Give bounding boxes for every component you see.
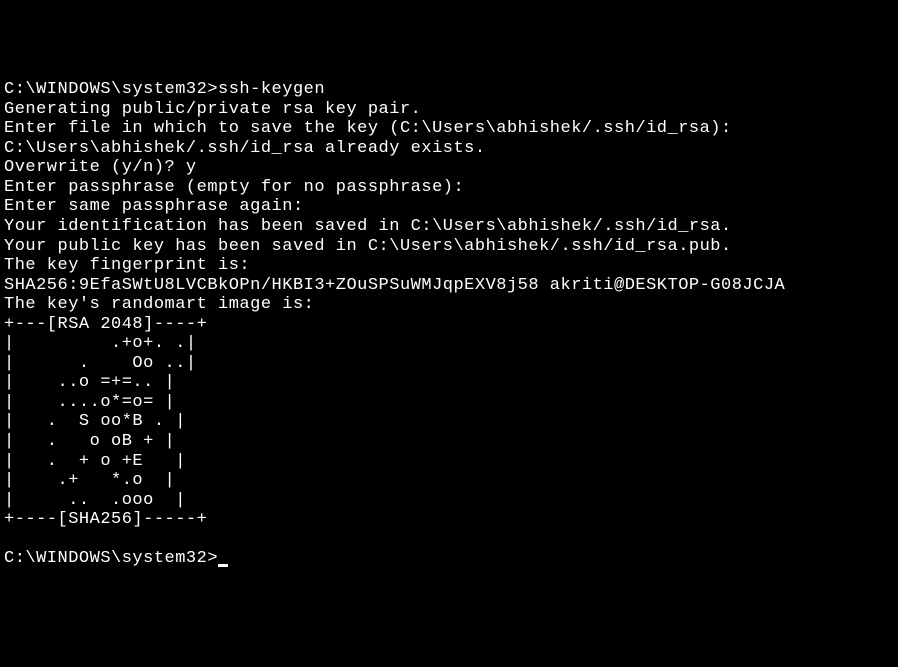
terminal-prompt: C:\WINDOWS\system32>	[4, 549, 218, 568]
terminal-line: SHA256:9EfaSWtU8LVCBkOPn/HKBI3+ZOuSPSuWM…	[4, 276, 785, 295]
terminal-line: +---[RSA 2048]----+	[4, 315, 207, 334]
terminal-line: | ..o =+=.. |	[4, 373, 175, 392]
terminal-line: Your identification has been saved in C:…	[4, 217, 732, 236]
terminal-line: | . o oB + |	[4, 432, 175, 451]
terminal-line: | .. .ooo |	[4, 491, 186, 510]
terminal-line: Enter same passphrase again:	[4, 197, 304, 216]
terminal-line: The key's randomart image is:	[4, 295, 314, 314]
terminal-line: | . + o +E |	[4, 452, 186, 471]
terminal-output[interactable]: C:\WINDOWS\system32>ssh-keygen Generatin…	[4, 80, 894, 569]
terminal-line: Your public key has been saved in C:\Use…	[4, 237, 732, 256]
terminal-line: | .+ *.o |	[4, 471, 175, 490]
terminal-line: Generating public/private rsa key pair.	[4, 100, 421, 119]
terminal-line: Overwrite (y/n)? y	[4, 158, 197, 177]
cursor	[218, 564, 228, 567]
terminal-line: Enter passphrase (empty for no passphras…	[4, 178, 464, 197]
terminal-line: | . Oo ..|	[4, 354, 197, 373]
terminal-line: Enter file in which to save the key (C:\…	[4, 119, 732, 138]
terminal-line: | . S oo*B . |	[4, 412, 186, 431]
terminal-line: C:\Users\abhishek/.ssh/id_rsa already ex…	[4, 139, 486, 158]
terminal-line: C:\WINDOWS\system32>ssh-keygen	[4, 80, 325, 99]
terminal-line: The key fingerprint is:	[4, 256, 250, 275]
terminal-line: | .+o+. .|	[4, 334, 197, 353]
terminal-line: | ....o*=o= |	[4, 393, 175, 412]
terminal-line: +----[SHA256]-----+	[4, 510, 207, 529]
